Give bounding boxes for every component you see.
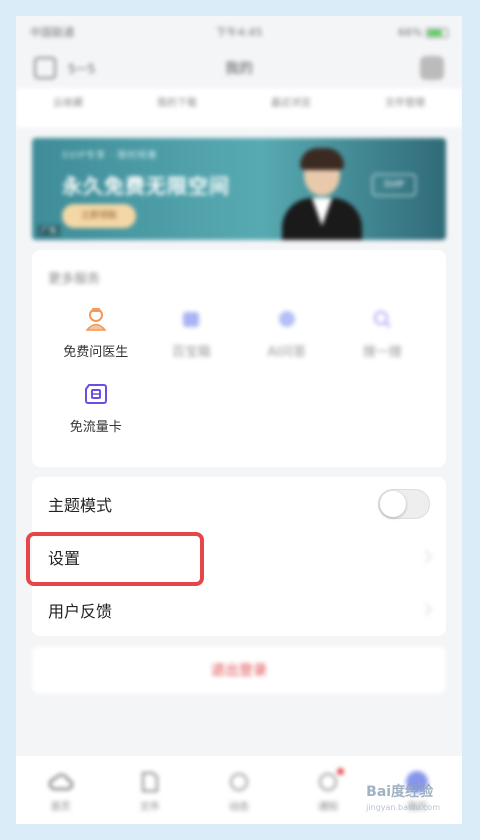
tab-label: 通知 xyxy=(318,802,339,813)
settings-row[interactable]: 设置 xyxy=(26,530,446,586)
service-label: 百宝箱 xyxy=(171,345,211,360)
chevron-right-icon xyxy=(419,550,432,563)
feedback-row[interactable]: 用户反馈 xyxy=(32,583,446,636)
circle-icon xyxy=(227,770,251,794)
quick-link-downloads[interactable]: 我的下载 xyxy=(157,94,197,109)
menu-icon[interactable] xyxy=(34,57,56,79)
banner-headline: 永久免费无限空间 xyxy=(62,174,230,198)
quick-link-recent[interactable]: 最近浏览 xyxy=(271,94,311,109)
service-ai-chat[interactable]: AI问答 xyxy=(239,307,335,360)
theme-mode-toggle[interactable] xyxy=(378,488,430,519)
notification-dot xyxy=(337,768,345,775)
services-grid: 免费问医生 百宝箱 AI问答 搜一搜 免流量卡 xyxy=(48,307,430,457)
tab-files[interactable]: 文件 xyxy=(120,770,180,813)
box-icon xyxy=(179,307,203,331)
service-toolbox[interactable]: 百宝箱 xyxy=(144,307,240,360)
status-bar: 中国联通 下午4:45 66% xyxy=(16,16,462,48)
service-free-doctor[interactable]: 免费问医生 xyxy=(48,307,144,360)
theme-mode-label: 主题模式 xyxy=(48,495,113,515)
chat-icon xyxy=(275,307,299,331)
tab-activity[interactable]: 动态 xyxy=(209,770,269,813)
tab-notifications[interactable]: 通知 xyxy=(298,768,358,813)
battery-icon xyxy=(426,27,448,38)
phone-screen: 中国联通 下午4:45 66% 5一5 我的 云收藏 我的下载 最近浏览 文件管… xyxy=(16,16,462,824)
service-label: 搜一搜 xyxy=(362,345,402,360)
quick-link-files[interactable]: 文件管理 xyxy=(385,94,425,109)
battery-indicator: 66% xyxy=(398,26,448,39)
logout-label: 退出登录 xyxy=(211,663,267,679)
logout-button[interactable]: 退出登录 xyxy=(32,646,446,694)
banner-person-image xyxy=(282,148,362,240)
bell-icon xyxy=(316,770,340,794)
service-search[interactable]: 搜一搜 xyxy=(335,307,431,360)
watermark-text: Bai度经验 xyxy=(366,784,434,800)
banner-badge: SVIP xyxy=(372,174,416,196)
theme-mode-row[interactable]: 主题模式 xyxy=(32,477,446,530)
settings-list-card: 主题模式 设置 用户反馈 xyxy=(26,477,446,636)
ad-tag: 广告 xyxy=(38,225,60,236)
quick-links: 云收藏 我的下载 最近浏览 文件管理 xyxy=(16,88,462,128)
quick-link-favorites[interactable]: 云收藏 xyxy=(53,94,83,109)
cloud-icon xyxy=(48,770,73,794)
sim-card-icon xyxy=(84,382,108,406)
more-services-card: 更多服务 免费问医生 百宝箱 AI问答 搜一搜 免流量卡 xyxy=(32,250,446,467)
chevron-right-icon xyxy=(419,603,432,616)
settings-label: 设置 xyxy=(48,548,81,568)
banner-kicker: SVIP专享 · 限时特惠 xyxy=(62,151,158,161)
more-services-title: 更多服务 xyxy=(48,272,101,287)
battery-label: 66% xyxy=(398,25,423,39)
toggle-knob xyxy=(380,490,406,517)
tab-label: 动态 xyxy=(228,802,249,813)
service-label: 免流量卡 xyxy=(69,420,122,435)
status-time: 下午4:45 xyxy=(215,26,263,39)
settings-gear-icon[interactable] xyxy=(420,56,444,80)
service-label: AI问答 xyxy=(267,345,307,360)
watermark-sub: jingyan.baidu.com xyxy=(366,803,440,812)
nav-left-label: 5一5 xyxy=(68,61,96,76)
promo-banner[interactable]: SVIP专享 · 限时特惠 永久免费无限空间 立即领取 SVIP 广告 xyxy=(32,138,446,240)
service-label: 免费问医生 xyxy=(63,345,129,360)
tab-label: 文件 xyxy=(139,802,160,813)
baidu-watermark: Bai度经验 jingyan.baidu.com xyxy=(366,781,440,812)
feedback-label: 用户反馈 xyxy=(48,601,113,621)
search-icon xyxy=(370,307,394,331)
carrier-label: 中国联通 xyxy=(30,26,74,39)
nav-left[interactable]: 5一5 xyxy=(34,57,95,79)
tab-label: 首页 xyxy=(50,802,71,813)
tab-home[interactable]: 首页 xyxy=(31,770,91,813)
file-icon xyxy=(138,770,162,794)
nav-bar: 5一5 我的 xyxy=(16,48,462,88)
banner-cta-button[interactable]: 立即领取 xyxy=(62,204,136,228)
doctor-icon xyxy=(84,307,108,331)
service-free-data-card[interactable]: 免流量卡 xyxy=(48,382,144,435)
